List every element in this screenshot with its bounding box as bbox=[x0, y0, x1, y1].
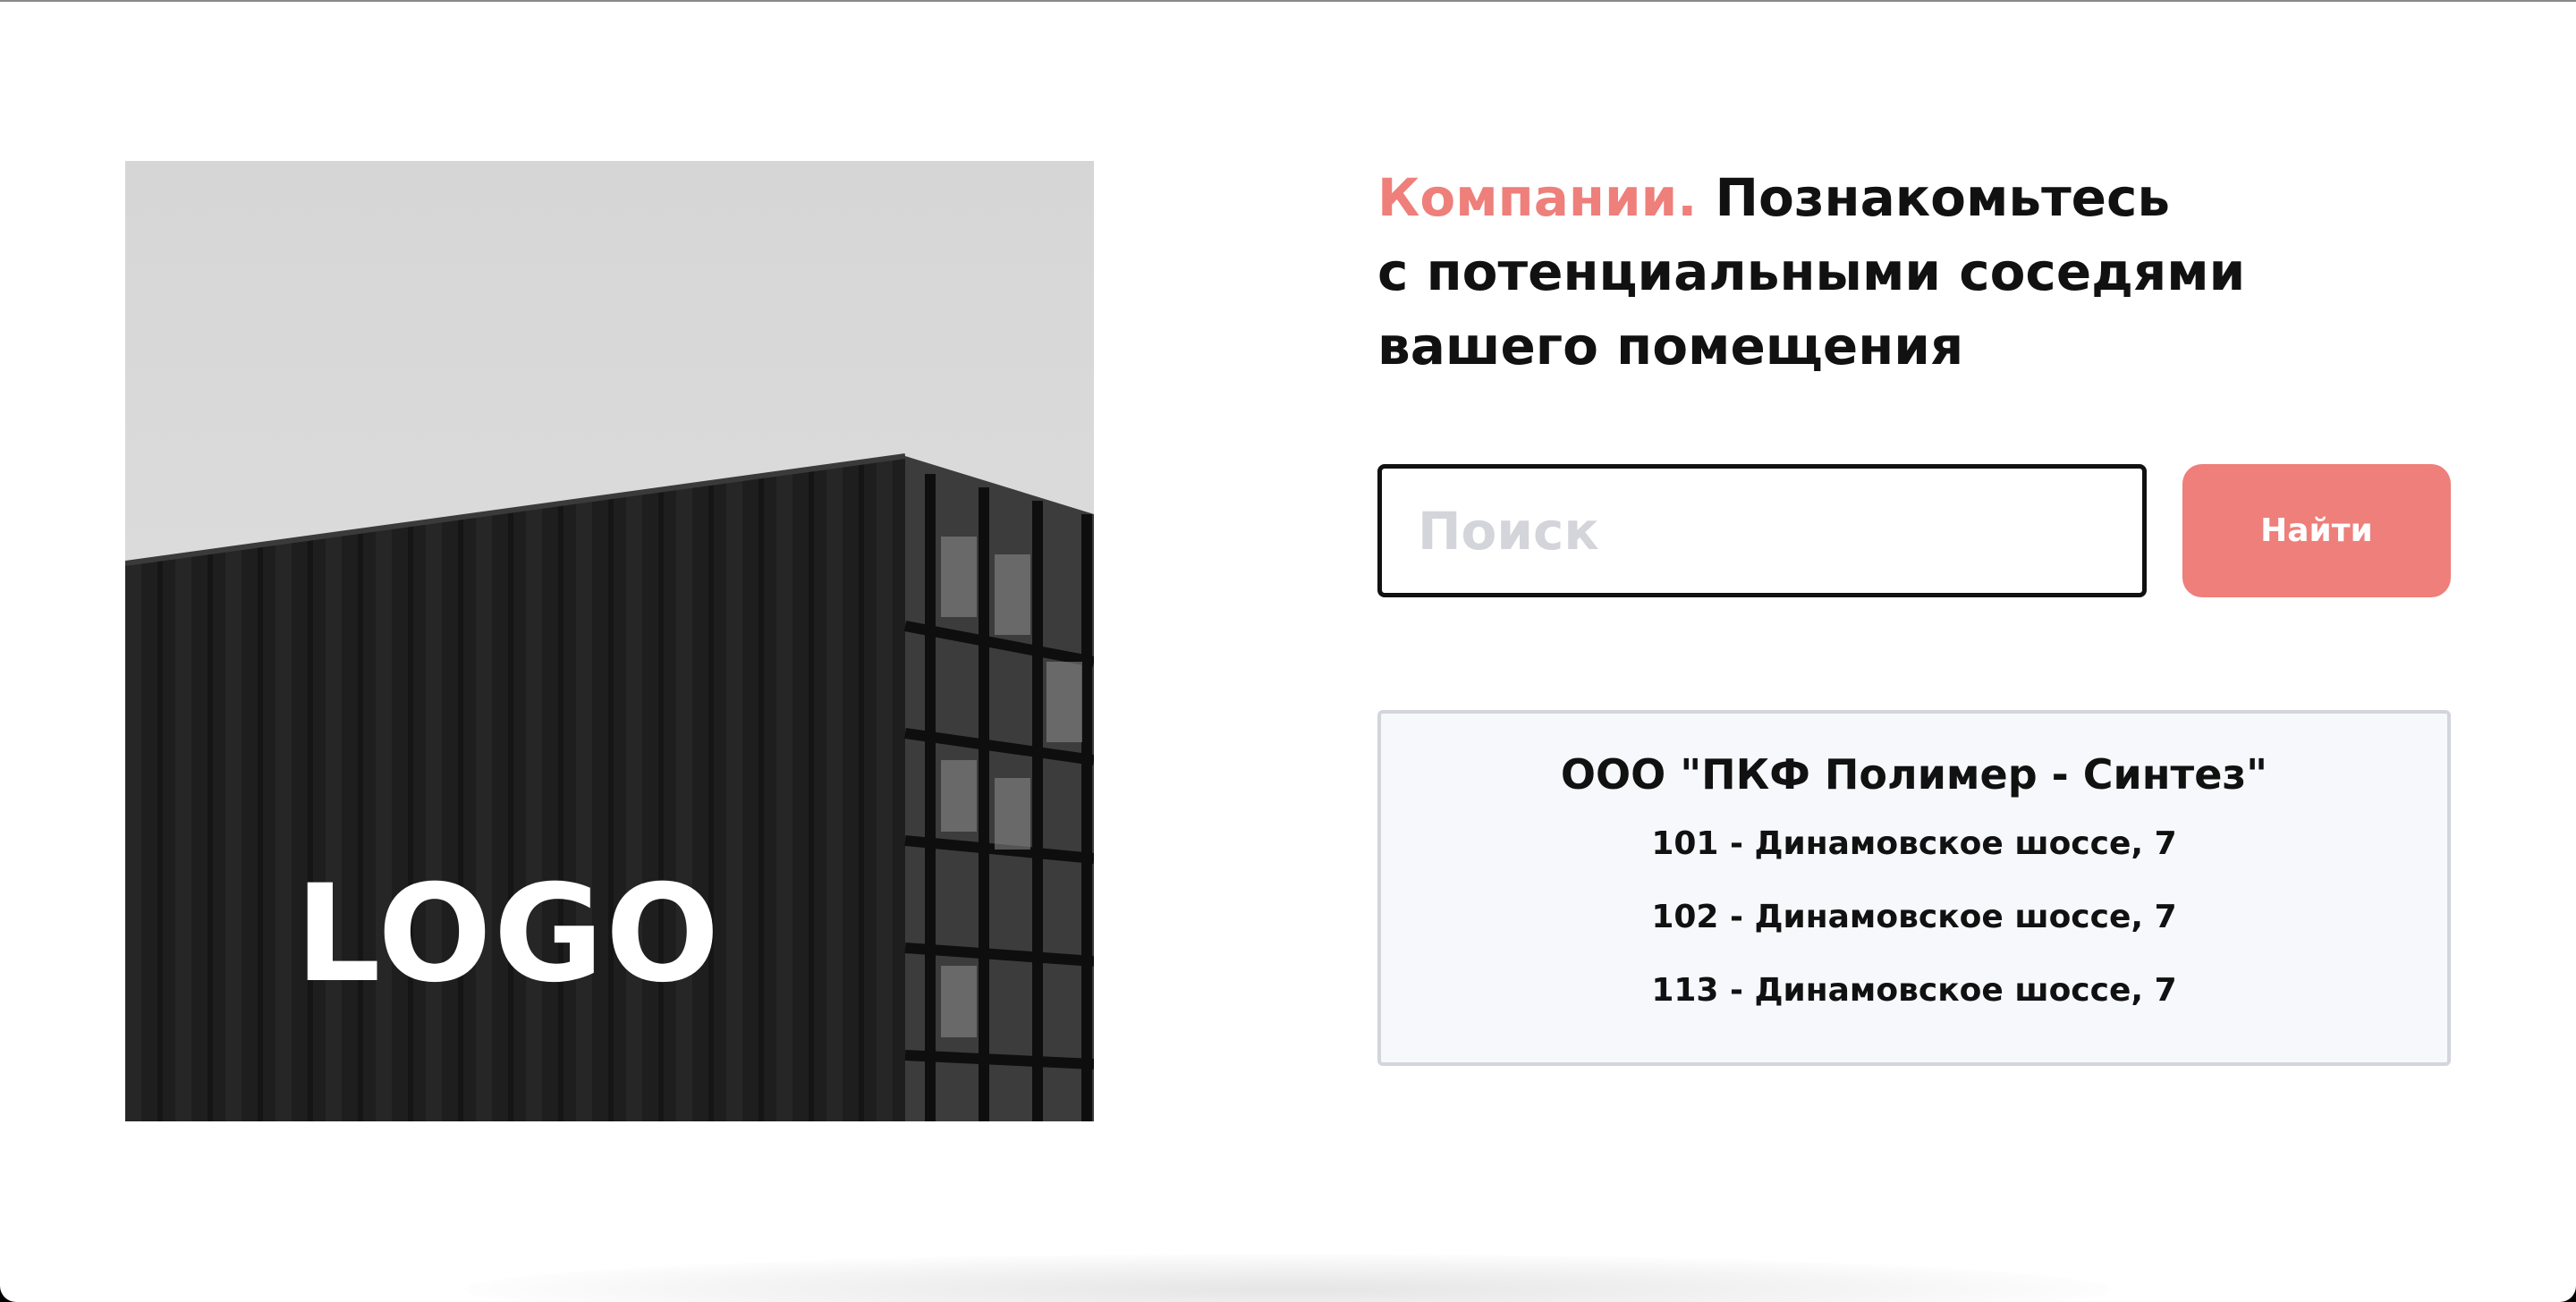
search-input[interactable] bbox=[1377, 464, 2147, 597]
company-result-card: ООО "ПКФ Полимер - Синтез" 101 - Динамов… bbox=[1377, 710, 2451, 1066]
logo-text: LOGO bbox=[295, 857, 722, 1012]
headline-line2: с потенциальными соседями bbox=[1377, 241, 2246, 302]
company-name: ООО "ПКФ Полимер - Синтез" bbox=[1560, 750, 2268, 799]
hero-image: LOGO bbox=[125, 161, 1094, 1121]
address-item: 101 - Динамовское шоссе, 7 bbox=[1651, 825, 2177, 862]
address-item: 102 - Динамовское шоссе, 7 bbox=[1651, 899, 2177, 935]
page-headline: Компании. Познакомьтесь с потенциальными… bbox=[1377, 161, 2451, 384]
headline-line3: вашего помещения bbox=[1377, 316, 1964, 376]
bottom-shadow bbox=[465, 1254, 2111, 1302]
search-button[interactable]: Найти bbox=[2182, 464, 2451, 597]
page-window: LOGO Компании. Познакомьтесь с потенциал… bbox=[0, 0, 2576, 1302]
address-list: 101 - Динамовское шоссе, 7 102 - Динамов… bbox=[1381, 824, 2447, 1010]
headline-accent: Компании. bbox=[1377, 167, 1698, 228]
headline-line1: Познакомьтесь bbox=[1715, 167, 2171, 228]
address-item: 113 - Динамовское шоссе, 7 bbox=[1651, 972, 2177, 1009]
